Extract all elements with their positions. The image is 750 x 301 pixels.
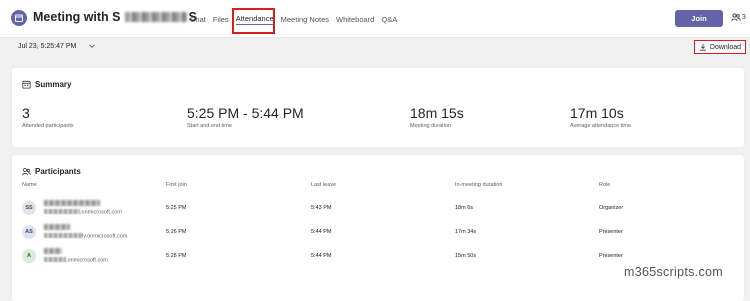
download-icon — [699, 43, 706, 51]
avatar: SS — [22, 201, 36, 215]
participant-email: ly.onmicrosoft.com — [44, 233, 127, 240]
tab-files[interactable]: Files — [213, 15, 229, 24]
first-join-cell: 5:25 PM — [166, 205, 187, 211]
tab-whiteboard[interactable]: Whiteboard — [336, 15, 374, 24]
stat-time-range-value: 5:25 PM - 5:44 PM — [187, 105, 304, 121]
tab-meeting-notes[interactable]: Meeting Notes — [281, 15, 329, 24]
participant-email: .onmicrosoft.com — [44, 257, 108, 264]
stat-duration-value: 18m 15s — [410, 105, 464, 121]
participants-card: Participants Name First join Last leave … — [12, 155, 744, 301]
column-name[interactable]: Name — [22, 182, 37, 188]
email-domain: .onmicrosoft.com — [80, 209, 122, 216]
stat-duration-label: Meeting duration — [410, 123, 451, 129]
stat-duration: 18m 15s Meeting duration — [410, 105, 464, 129]
first-join-cell: 5:26 PM — [166, 229, 187, 235]
table-row[interactable]: A .onmicrosoft.com 5:28 PM 5:44 PM 15m 5… — [12, 245, 744, 267]
redacted-participant-name — [44, 224, 70, 230]
summary-card: Summary 3 Attended participants 5:25 PM … — [12, 68, 744, 147]
calendar-summary-icon — [22, 80, 31, 89]
top-bar: Meeting with SS Chat Files Attendance Me… — [0, 0, 750, 38]
column-first-join[interactable]: First join — [166, 182, 187, 188]
avatar: AS — [22, 225, 36, 239]
participant-email: .onmicrosoft.com — [44, 209, 122, 216]
redacted-email — [44, 233, 82, 238]
last-leave-cell: 5:43 PM — [311, 205, 332, 211]
download-button[interactable]: Download — [694, 40, 746, 54]
meeting-title: Meeting with SS — [33, 10, 197, 24]
tab-chat[interactable]: Chat — [190, 15, 206, 24]
chevron-down-icon[interactable] — [88, 42, 96, 50]
summary-header: Summary — [22, 80, 71, 89]
table-row[interactable]: AS ly.onmicrosoft.com 5:26 PM 5:44 PM 17… — [12, 221, 744, 243]
redacted-participant-name — [44, 248, 62, 254]
stat-attended-label: Attended participants — [22, 123, 74, 129]
participants-header: Participants — [22, 167, 81, 176]
role-cell: Presenter — [599, 253, 623, 259]
participants-button[interactable]: 3 — [731, 12, 746, 22]
redacted-email — [44, 257, 66, 262]
duration-cell: 18m 6s — [455, 205, 474, 211]
last-leave-cell: 5:44 PM — [311, 253, 332, 259]
meeting-title-prefix: Meeting with S — [33, 10, 121, 24]
attendance-highlight-box — [232, 8, 275, 34]
stat-attended: 3 Attended participants — [22, 105, 74, 129]
tab-qa[interactable]: Q&A — [381, 15, 397, 24]
role-cell: Organizer — [599, 205, 624, 211]
participants-title: Participants — [35, 167, 81, 176]
stat-attended-value: 3 — [22, 105, 30, 121]
stat-average-label: Average attendance time — [570, 123, 632, 129]
duration-cell: 17m 34s — [455, 229, 477, 235]
stat-time-range-label: Start and end time — [187, 123, 232, 129]
last-leave-cell: 5:44 PM — [311, 229, 332, 235]
column-last-leave[interactable]: Last leave — [311, 182, 336, 188]
column-duration[interactable]: In-meeting duration — [455, 182, 502, 188]
watermark: m365scripts.com — [624, 265, 723, 279]
calendar-icon — [11, 10, 27, 26]
people-count: 3 — [742, 13, 746, 21]
column-role[interactable]: Role — [599, 182, 610, 188]
join-button[interactable]: Join — [675, 10, 723, 27]
email-domain: ly.onmicrosoft.com — [82, 233, 128, 240]
session-selector[interactable]: Jul 23, 5:25:47 PM — [18, 43, 76, 50]
duration-cell: 15m 50s — [455, 253, 477, 259]
summary-title: Summary — [35, 80, 72, 89]
redacted-email — [44, 209, 80, 214]
people-group-icon — [22, 168, 31, 176]
role-cell: Presenter — [599, 229, 623, 235]
redacted-name — [124, 12, 187, 22]
first-join-cell: 5:28 PM — [166, 253, 187, 259]
table-row[interactable]: SS .onmicrosoft.com 5:25 PM 5:43 PM 18m … — [12, 197, 744, 219]
stat-average-value: 17m 10s — [570, 105, 624, 121]
people-icon — [731, 13, 741, 22]
stat-average: 17m 10s Average attendance time — [570, 105, 631, 129]
email-domain: .onmicrosoft.com — [66, 257, 108, 264]
download-label: Download — [709, 43, 742, 51]
stat-time-range: 5:25 PM - 5:44 PM Start and end time — [187, 105, 304, 129]
tab-list: Chat Files Attendance Meeting Notes Whit… — [190, 0, 404, 38]
redacted-participant-name — [44, 200, 100, 206]
avatar: A — [22, 249, 36, 263]
session-bar: Jul 23, 5:25:47 PM — [0, 39, 750, 56]
